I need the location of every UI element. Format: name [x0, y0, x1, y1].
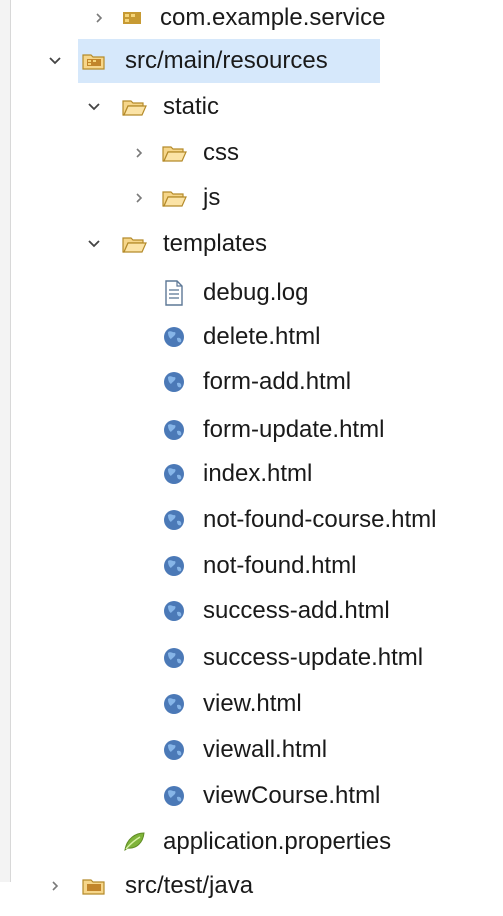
chevron-right-icon[interactable]	[47, 878, 63, 894]
tree-item-label: css	[203, 139, 239, 166]
tree-item-label: success-update.html	[203, 644, 424, 671]
html-globe-icon	[160, 597, 188, 625]
text-file-icon	[160, 279, 188, 307]
html-globe-icon	[160, 644, 188, 672]
folder-open-icon	[120, 230, 148, 258]
chevron-down-icon[interactable]	[86, 236, 102, 252]
project-explorer-tree: com.example.service src/main/resources s…	[0, 0, 503, 899]
source-folder-icon	[80, 47, 108, 75]
html-globe-icon	[160, 782, 188, 810]
tree-item-label: form-add.html	[203, 368, 352, 395]
chevron-right-icon[interactable]	[91, 10, 107, 26]
chevron-down-icon[interactable]	[86, 99, 102, 115]
folder-open-icon	[120, 93, 148, 121]
chevron-right-icon[interactable]	[131, 145, 147, 161]
tree-item-label: application.properties	[163, 828, 392, 855]
tree-item-label: not-found.html	[203, 552, 357, 579]
html-globe-icon	[160, 506, 188, 534]
tree-item-label: debug.log	[203, 279, 309, 306]
tree-item-label: static	[163, 93, 220, 120]
tree-item-label: not-found-course.html	[203, 506, 437, 533]
tree-item-label: src/main/resources	[125, 47, 328, 74]
tree-item-label: success-add.html	[203, 597, 390, 624]
tree-item-label: index.html	[203, 460, 313, 487]
tree-item-label: js	[203, 184, 221, 211]
folder-open-icon	[160, 184, 188, 212]
left-gutter	[0, 0, 11, 882]
html-globe-icon	[160, 416, 188, 444]
folder-open-icon	[160, 139, 188, 167]
tree-item-label: delete.html	[203, 323, 321, 350]
tree-item-label: form-update.html	[203, 416, 385, 443]
properties-leaf-icon	[120, 828, 148, 856]
html-globe-icon	[160, 736, 188, 764]
tree-item-label: viewCourse.html	[203, 782, 381, 809]
html-globe-icon	[160, 368, 188, 396]
tree-item-label: templates	[163, 230, 268, 257]
html-globe-icon	[160, 552, 188, 580]
html-globe-icon	[160, 690, 188, 718]
chevron-down-icon[interactable]	[47, 53, 63, 69]
html-globe-icon	[160, 323, 188, 351]
chevron-right-icon[interactable]	[131, 190, 147, 206]
package-icon	[118, 4, 146, 32]
html-globe-icon	[160, 460, 188, 488]
tree-item-label: viewall.html	[203, 736, 328, 763]
tree-item-label: view.html	[203, 690, 302, 717]
tree-item-label: com.example.service	[160, 4, 386, 31]
source-folder-icon	[80, 872, 108, 900]
tree-item-label: src/test/java	[125, 872, 254, 899]
